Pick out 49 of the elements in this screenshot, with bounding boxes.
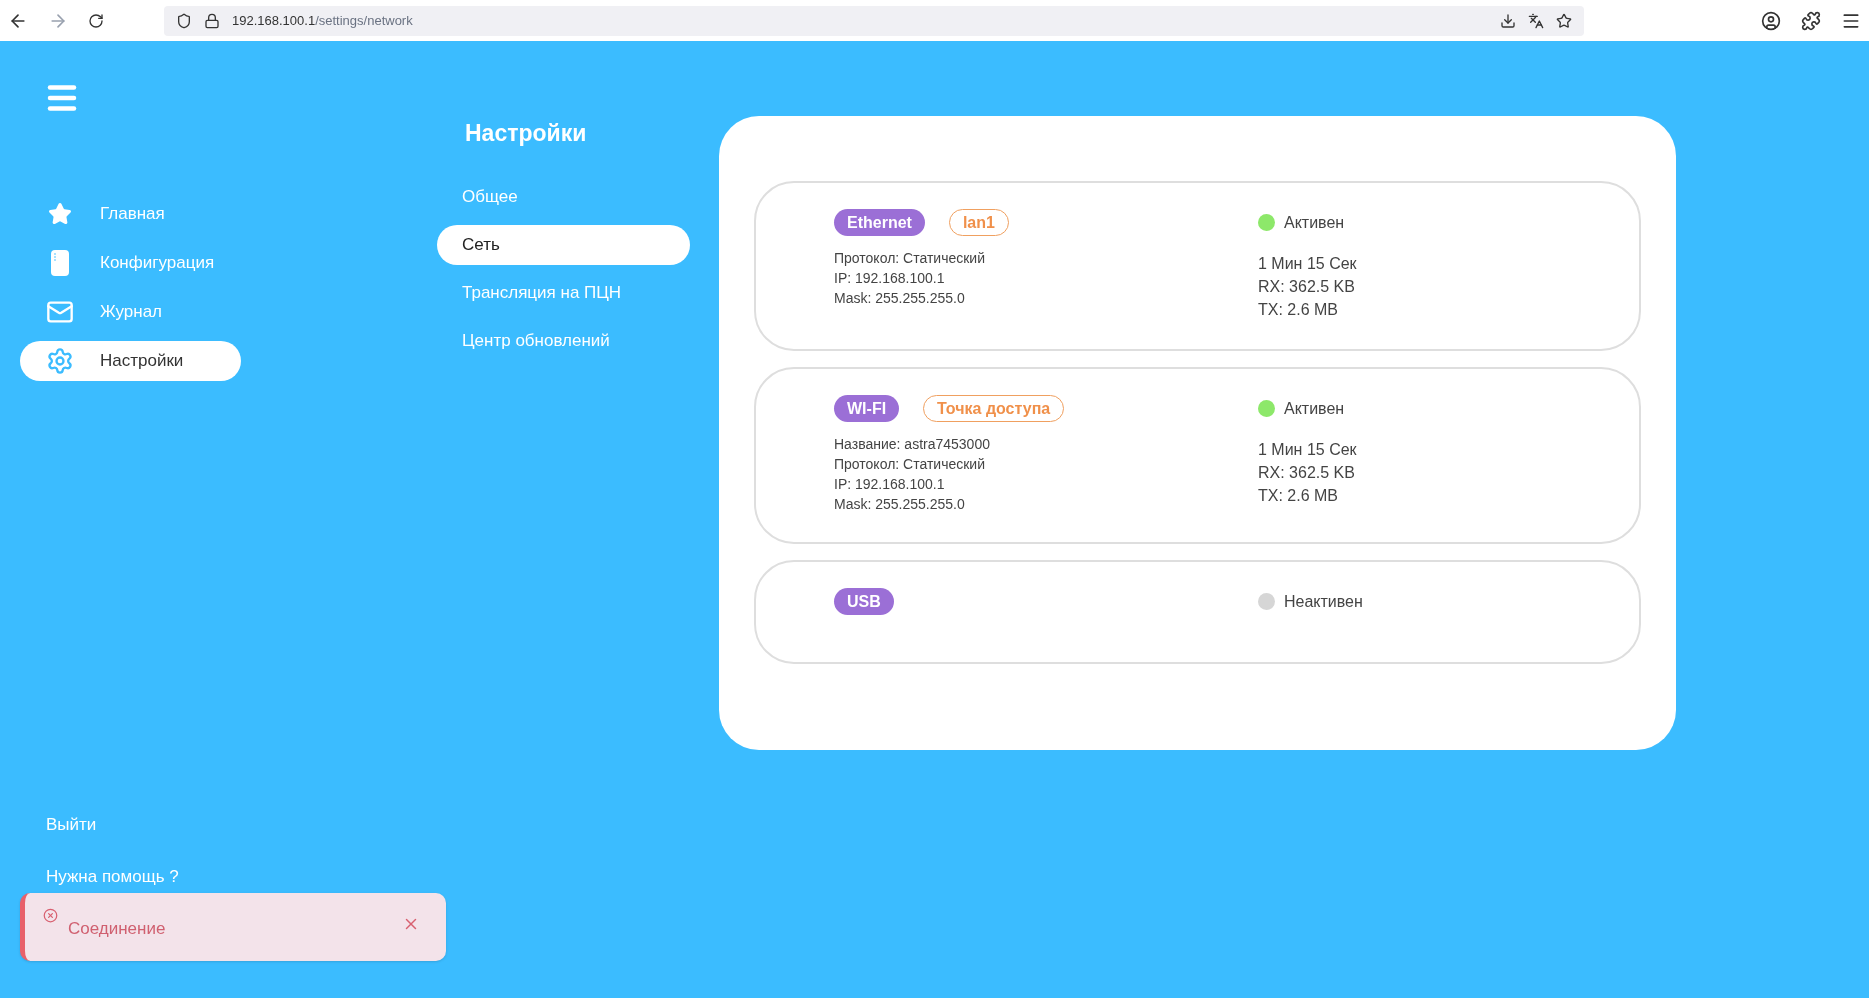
interface-stat: RX: 362.5 KB bbox=[1258, 463, 1356, 483]
bookmark-icon[interactable] bbox=[1556, 12, 1572, 29]
interface-detail: Название: astra7453000 bbox=[834, 435, 991, 454]
status-text: Активен bbox=[1284, 212, 1345, 233]
sidebar-label: Главная bbox=[100, 203, 165, 226]
shield-icon bbox=[176, 12, 192, 29]
settings-title: Настройки bbox=[464, 119, 588, 148]
interface-detail: Протокол: Статический bbox=[834, 249, 986, 268]
interface-detail: Mask: 255.255.255.0 bbox=[834, 495, 966, 514]
interface-type-badge: USB bbox=[834, 588, 894, 615]
interface-stat: 1 Мин 15 Сек bbox=[1258, 254, 1357, 274]
toast-title: Соединение bbox=[68, 918, 166, 940]
interface-detail: Mask: 255.255.255.0 bbox=[834, 289, 966, 308]
sidebar-item[interactable]: Журнал bbox=[20, 292, 241, 332]
interface-stat: TX: 2.6 MB bbox=[1258, 300, 1340, 320]
translate-icon[interactable] bbox=[1528, 12, 1544, 29]
url-text: 192.168.100.1/settings/network bbox=[232, 11, 413, 30]
settings-menu-item[interactable]: Общее bbox=[437, 176, 690, 217]
sidebar-item[interactable]: Главная bbox=[20, 194, 241, 234]
extensions-icon[interactable] bbox=[1801, 10, 1821, 31]
sidebar-item[interactable]: Настройки bbox=[20, 341, 241, 381]
lock-icon bbox=[204, 12, 220, 29]
interface-stat: TX: 2.6 MB bbox=[1258, 486, 1340, 506]
interface-detail: IP: 192.168.100.1 bbox=[834, 269, 946, 288]
sidebar-label: Настройки bbox=[100, 350, 184, 373]
interface-stat: RX: 362.5 KB bbox=[1258, 277, 1356, 297]
sidebar-link[interactable]: Выйти bbox=[46, 812, 260, 838]
address-bar[interactable]: 192.168.100.1/settings/network bbox=[164, 5, 1584, 36]
download-icon[interactable] bbox=[1500, 12, 1516, 29]
interface-detail: IP: 192.168.100.1 bbox=[834, 475, 946, 494]
status-text: Неактивен bbox=[1284, 591, 1363, 612]
sidebar-label: Конфигурация bbox=[100, 252, 215, 275]
interface-detail: Протокол: Статический bbox=[834, 455, 986, 474]
settings-menu-item[interactable]: Центр обновлений bbox=[437, 320, 690, 361]
reload-icon[interactable] bbox=[88, 12, 104, 29]
error-icon bbox=[43, 908, 58, 923]
sidebar-link[interactable]: Нужна помощь ? bbox=[46, 863, 260, 889]
interface-stat: 1 Мин 15 Сек bbox=[1258, 440, 1357, 460]
sidebar-label: Журнал bbox=[100, 301, 163, 324]
star-icon bbox=[48, 202, 72, 226]
account-icon[interactable] bbox=[1761, 10, 1781, 31]
device-icon bbox=[50, 249, 70, 277]
interface-type-badge: WI-FI bbox=[834, 395, 900, 422]
settings-icon bbox=[46, 347, 74, 375]
status-text: Активен bbox=[1284, 398, 1345, 419]
settings-menu-item[interactable]: Трансляция на ПЦН bbox=[437, 272, 690, 313]
interface-type-badge: Ethernet bbox=[834, 209, 925, 236]
settings-menu-item[interactable]: Сеть bbox=[437, 224, 690, 265]
sidebar-item[interactable]: Конфигурация bbox=[20, 243, 241, 283]
